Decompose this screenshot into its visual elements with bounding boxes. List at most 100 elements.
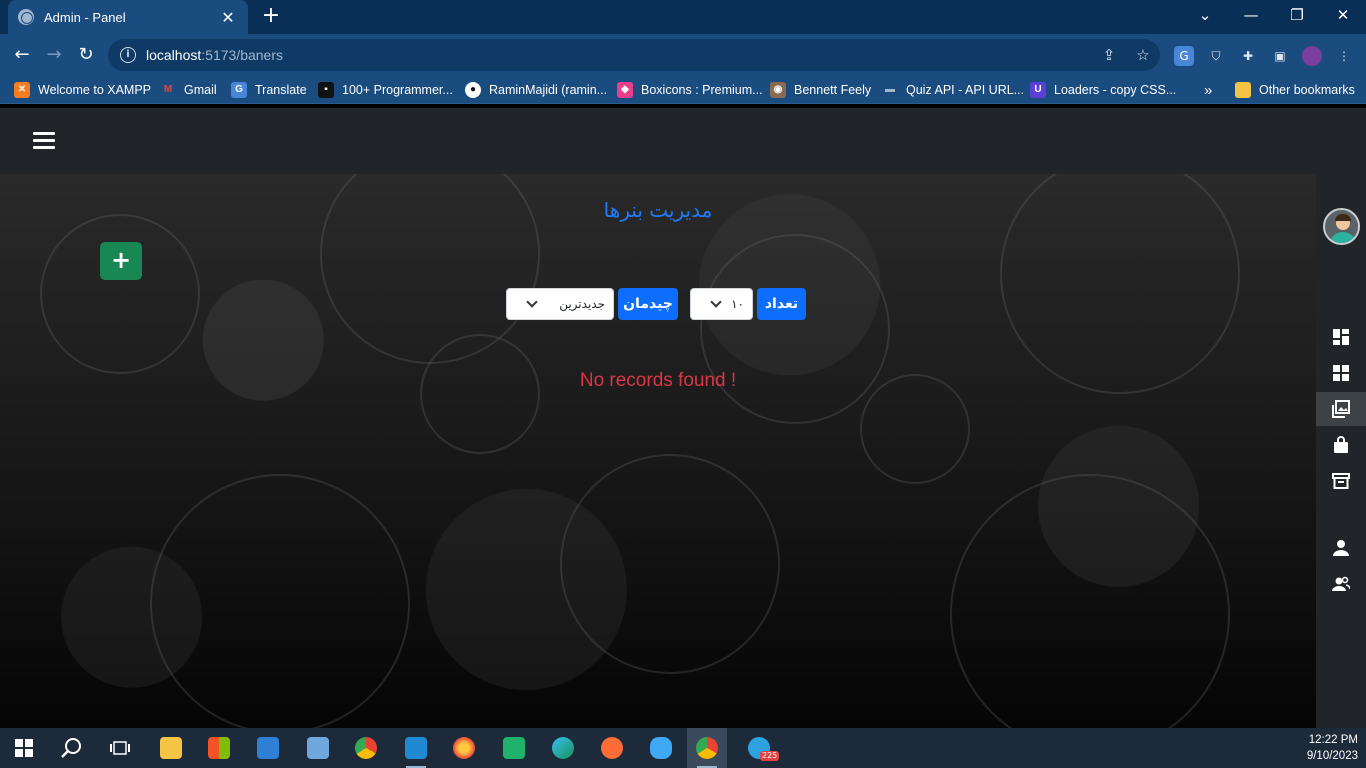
categories-icon[interactable] <box>1316 356 1366 390</box>
vscode-icon[interactable] <box>396 728 436 768</box>
close-icon[interactable]: ✕ <box>218 8 238 27</box>
xampp-icon: ✕ <box>14 82 30 98</box>
count-select[interactable]: ۱۰ <box>690 288 753 320</box>
elephant-app-icon[interactable] <box>641 728 681 768</box>
url-host: localhost <box>146 47 202 63</box>
share-icon[interactable]: ⇪ <box>1100 46 1118 64</box>
banners-icon[interactable] <box>1316 392 1366 426</box>
avatar[interactable] <box>1323 208 1360 245</box>
add-banner-button[interactable]: + <box>100 242 142 280</box>
clock-date: 9/10/2023 <box>1306 750 1358 762</box>
restore-button[interactable]: ❐ <box>1274 0 1320 30</box>
archive-icon[interactable] <box>1316 464 1366 498</box>
shield-extension-icon[interactable]: ⛉ <box>1206 46 1226 66</box>
bookmark-loaders[interactable]: U Loaders - copy CSS... <box>1030 80 1176 100</box>
bennett-icon: ◉ <box>770 82 786 98</box>
tab-search-icon[interactable]: ⌄ <box>1182 0 1228 30</box>
menu-kebab-icon[interactable]: ⋮ <box>1334 46 1354 66</box>
bookmark-star-icon[interactable]: ☆ <box>1134 46 1152 64</box>
right-sidebar <box>1316 174 1366 728</box>
bookmark-label: Welcome to XAMPP <box>38 83 152 97</box>
gmail-icon: M <box>163 84 173 95</box>
bookmark-label: Gmail <box>184 83 217 97</box>
folder-icon <box>1235 82 1251 98</box>
products-bag-icon[interactable] <box>1316 428 1366 462</box>
browser-toolbar: ← → ↻ i localhost :5173/baners ⇪ ☆ <box>0 34 1366 76</box>
sort-label: چیدمان <box>618 288 678 320</box>
bookmark-label: 100+ Programmer... <box>342 83 453 97</box>
firefox-icon[interactable] <box>444 728 484 768</box>
reload-icon[interactable]: ↻ <box>72 42 100 68</box>
bookmark-github[interactable]: ● RaminMajidi (ramin... <box>465 80 607 100</box>
window-close-button[interactable]: ✕ <box>1320 0 1366 30</box>
back-icon[interactable]: ← <box>8 42 36 68</box>
active-tab[interactable]: Admin - Panel ✕ <box>8 0 248 34</box>
chevron-down-icon <box>525 297 539 311</box>
file-explorer-icon[interactable] <box>151 728 191 768</box>
dashboard-icon[interactable] <box>1316 320 1366 354</box>
chevron-down-icon <box>709 297 723 311</box>
count-select-value: ۱۰ <box>731 297 744 311</box>
search-icon[interactable] <box>52 728 92 768</box>
store-icon[interactable] <box>199 728 239 768</box>
bookmarks-overflow-button[interactable]: » <box>1204 80 1212 100</box>
new-tab-button[interactable]: + <box>258 4 284 30</box>
tab-strip: Admin - Panel ✕ + ⌄ — ❐ ✕ <box>0 0 1366 34</box>
chrome-icon[interactable] <box>346 728 386 768</box>
menu-toggle-icon[interactable] <box>33 132 55 150</box>
quiz-api-icon: ▬ <box>885 84 895 95</box>
users-group-icon[interactable] <box>1316 567 1366 601</box>
bookmark-translate[interactable]: G Translate <box>231 80 307 100</box>
other-bookmarks-label: Other bookmarks <box>1259 83 1355 97</box>
system-clock[interactable]: 12:22 PM 9/10/2023 <box>1307 732 1358 764</box>
bookmark-label: Boxicons : Premium... <box>641 83 763 97</box>
telegram-icon[interactable]: 225 <box>739 728 780 768</box>
info-icon[interactable]: i <box>120 47 136 63</box>
tab-title: Admin - Panel <box>44 9 126 25</box>
bookmark-label: Quiz API - API URL... <box>906 83 1025 97</box>
count-label: تعداد <box>757 288 806 320</box>
loaders-icon: U <box>1030 82 1046 98</box>
bookmark-quiz-api[interactable]: ▬ Quiz API - API URL... <box>882 80 1024 100</box>
windows-start-icon[interactable] <box>4 728 44 768</box>
programmer-icon: ▪ <box>318 82 334 98</box>
page-title: مدیریت بنرها <box>603 198 713 222</box>
bookmark-label: Translate <box>255 83 307 97</box>
clock-time: 12:22 PM <box>1308 734 1358 746</box>
translate-extension-icon[interactable]: G <box>1174 46 1194 66</box>
user-icon[interactable] <box>1316 531 1366 565</box>
bookmark-programmer[interactable]: ▪ 100+ Programmer... <box>318 80 453 100</box>
side-panel-icon[interactable]: ▣ <box>1270 46 1290 66</box>
main-content: مدیریت بنرها + جدیدترین چیدمان ۱۰ تعداد … <box>0 174 1316 728</box>
url-path: :5173/baners <box>201 47 283 63</box>
mail-icon[interactable] <box>248 728 288 768</box>
sort-select-value: جدیدترین <box>559 297 605 311</box>
minimize-button[interactable]: — <box>1228 0 1274 30</box>
bookmark-label: Loaders - copy CSS... <box>1054 83 1177 97</box>
boxicons-icon: ◆ <box>617 82 633 98</box>
address-bar[interactable]: i localhost :5173/baners ⇪ ☆ <box>108 39 1160 71</box>
translate-icon: G <box>231 82 247 98</box>
bookmark-gmail[interactable]: M Gmail <box>160 80 217 100</box>
globe-icon <box>18 9 34 25</box>
bookmarks-bar: ✕ Welcome to XAMPP M Gmail G Translate ▪… <box>0 76 1366 104</box>
bookmark-bennett[interactable]: ◉ Bennett Feely <box>770 80 871 100</box>
task-view-icon[interactable] <box>100 728 140 768</box>
extensions-puzzle-icon[interactable]: ✚ <box>1238 46 1258 66</box>
other-bookmarks[interactable]: Other bookmarks <box>1235 80 1355 100</box>
telegram-badge: 225 <box>760 751 780 761</box>
app-header <box>0 108 1366 174</box>
edge-icon[interactable] <box>543 728 583 768</box>
app-green-icon[interactable] <box>494 728 534 768</box>
taskbar: 225 12:22 PM 9/10/2023 <box>0 728 1366 768</box>
empty-state-message: No records found ! <box>579 370 737 391</box>
laptop-app-icon[interactable] <box>298 728 338 768</box>
bookmark-xampp[interactable]: ✕ Welcome to XAMPP <box>14 80 151 100</box>
sort-select[interactable]: جدیدترین <box>506 288 614 320</box>
bookmark-label: RaminMajidi (ramin... <box>489 83 608 97</box>
forward-icon[interactable]: → <box>40 42 68 68</box>
postman-icon[interactable] <box>592 728 632 768</box>
chrome-active-icon[interactable] <box>687 728 727 768</box>
profile-avatar-icon[interactable] <box>1302 46 1322 66</box>
bookmark-boxicons[interactable]: ◆ Boxicons : Premium... <box>617 80 763 100</box>
